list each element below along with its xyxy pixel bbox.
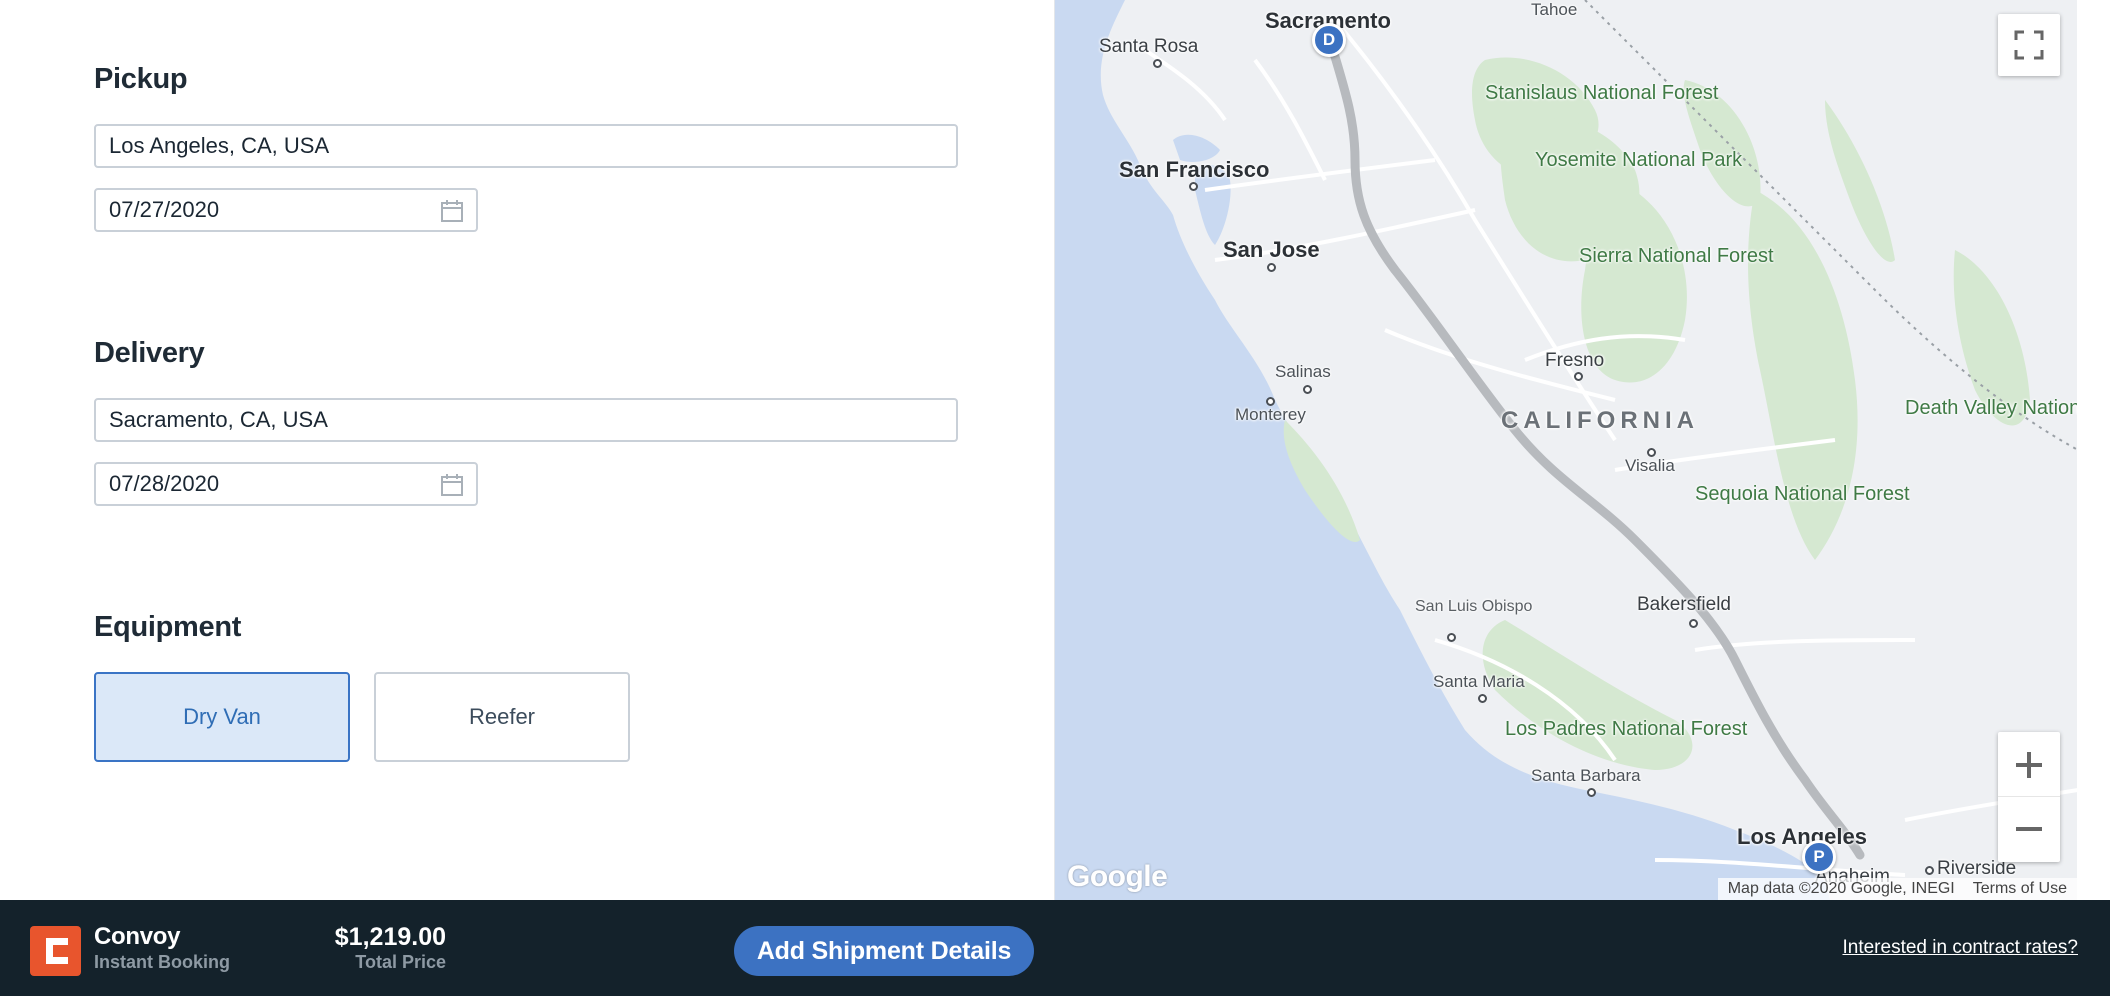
city-dot [1153, 59, 1162, 68]
equipment-option-dry-van[interactable]: Dry Van [94, 672, 350, 762]
google-logo: Google [1067, 860, 1168, 893]
map-label-stanislaus: Stanislaus National Forest [1485, 82, 1719, 104]
map-label-sequoia: Sequoia National Forest [1695, 483, 1910, 505]
plus-icon [2016, 751, 2042, 778]
map-label-san-jose: San Jose [1223, 237, 1320, 262]
map-label-santa-maria: Santa Maria [1433, 672, 1525, 691]
map-label-death-valley: Death Valley National Park [1905, 397, 2077, 419]
calendar-icon[interactable] [440, 199, 464, 223]
pickup-marker[interactable]: P [1802, 840, 1836, 874]
minus-icon [2016, 827, 2042, 831]
terms-of-use-link[interactable]: Terms of Use [1973, 880, 2067, 898]
pickup-location-input[interactable] [109, 133, 956, 159]
equipment-heading: Equipment [94, 611, 242, 643]
map-label-san-luis-obispo: San Luis Obispo [1415, 598, 1533, 615]
map-attribution: Map data ©2020 Google, INEGI Terms of Us… [1717, 878, 2077, 900]
pickup-date-field[interactable] [94, 188, 478, 232]
total-price: $1,219.00 [334, 923, 446, 951]
convoy-logo-icon [45, 938, 68, 964]
map-data-credit: Map data ©2020 Google, INEGI [1727, 880, 1955, 897]
city-dot [1925, 866, 1934, 875]
delivery-date-field[interactable] [94, 462, 478, 506]
zoom-out-button[interactable] [1998, 797, 2060, 861]
map-label-state: CALIFORNIA [1501, 407, 1699, 434]
map-label-los-padres: Los Padres National Forest [1505, 718, 1748, 740]
pickup-date-input[interactable] [109, 197, 409, 223]
city-dot [1689, 619, 1698, 628]
city-dot [1478, 694, 1487, 703]
brand-subtitle: Instant Booking [94, 952, 230, 972]
delivery-heading: Delivery [94, 337, 205, 369]
city-dot [1267, 263, 1276, 272]
city-dot [1189, 182, 1198, 191]
map-label-san-francisco: San Francisco [1119, 157, 1270, 182]
map-label-santa-barbara: Santa Barbara [1531, 766, 1641, 785]
route-map[interactable]: Sacramento Santa Rosa Tahoe San Francisc… [1054, 0, 2077, 900]
shipment-form: Pickup Delivery Equipment Dry Van Reefer [0, 0, 1054, 900]
fullscreen-icon [2014, 30, 2044, 60]
map-label-los-angeles: Los Angeles [1737, 824, 1867, 849]
calendar-icon[interactable] [440, 473, 464, 497]
pickup-heading: Pickup [94, 63, 188, 95]
delivery-location-field[interactable] [94, 398, 958, 442]
map-label-fresno: Fresno [1545, 350, 1605, 371]
delivery-location-input[interactable] [109, 407, 956, 433]
map-label-visalia: Visalia [1625, 456, 1675, 475]
map-label-yosemite: Yosemite National Park [1535, 149, 1743, 171]
map-label-bakersfield: Bakersfield [1637, 594, 1731, 615]
total-price-label: Total Price [355, 952, 446, 972]
equipment-option-reefer[interactable]: Reefer [374, 672, 630, 762]
map-label-salinas: Salinas [1275, 362, 1331, 381]
city-dot [1574, 372, 1583, 381]
convoy-logo [30, 926, 81, 976]
brand-name: Convoy [94, 923, 181, 950]
contract-rates-link[interactable]: Interested in contract rates? [1842, 937, 2078, 959]
add-shipment-details-button[interactable]: Add Shipment Details [734, 926, 1034, 976]
map-label-monterey: Monterey [1235, 405, 1306, 424]
zoom-control [1998, 732, 2060, 862]
delivery-date-input[interactable] [109, 471, 409, 497]
city-dot [1303, 385, 1312, 394]
map-label-sierra: Sierra National Forest [1579, 245, 1774, 267]
booking-footer: Convoy Instant Booking $1,219.00 Total P… [0, 900, 2110, 996]
map-label-santa-rosa: Santa Rosa [1099, 36, 1199, 57]
delivery-marker[interactable]: D [1312, 23, 1346, 57]
zoom-in-button[interactable] [1998, 733, 2060, 797]
city-dot [1587, 788, 1596, 797]
map-base [1055, 0, 2077, 900]
fullscreen-button[interactable] [1998, 14, 2060, 76]
map-label-tahoe: Tahoe [1531, 0, 1578, 19]
pickup-location-field[interactable] [94, 124, 958, 168]
city-dot [1447, 633, 1456, 642]
